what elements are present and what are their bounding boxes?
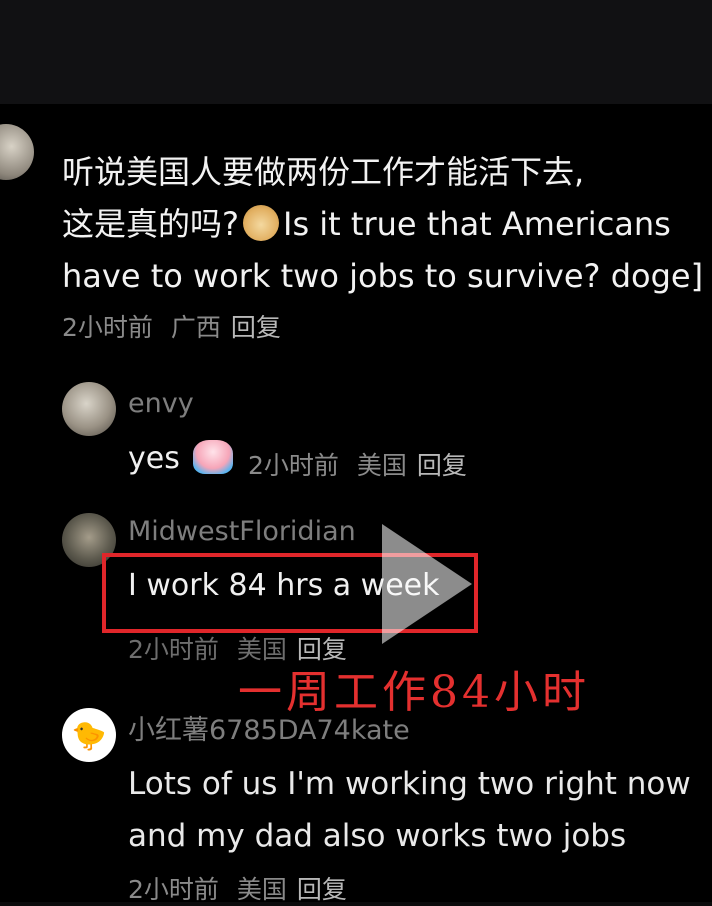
reply-text-line: and my dad also works two jobs [128,818,627,854]
reply-button[interactable]: 回复 [231,313,281,342]
reply-meta: 2小时前 美国 回复 [128,870,347,906]
reply-button[interactable]: 回复 [417,451,467,480]
comment-time: 2小时前 [128,875,219,904]
main-comment-line: 听说美国人要做两份工作才能活下去, [62,153,585,191]
top-bar [0,0,712,104]
reply-button[interactable]: 回复 [297,875,347,904]
crying-face-icon [193,440,234,474]
comment-location: 广西 [170,313,221,342]
username[interactable]: 小红薯6785DA74kate [128,708,410,747]
avatar[interactable] [62,382,116,436]
reply-text: yes [128,440,237,476]
comment-location: 美国 [236,875,287,904]
play-icon[interactable] [382,524,472,644]
comment-time: 2小时前 [62,313,153,342]
main-comment-line: have to work two jobs to survive? doge] [62,257,704,295]
main-comment-suffix: Is it true that Americans [283,205,671,243]
comment-time: 2小时前 [128,635,219,664]
main-comment-line: 这是真的吗? Is it true that Americans [62,198,703,250]
reply-text-content: yes [128,441,180,476]
username[interactable]: MidwestFloridian [128,516,356,547]
doge-emoji-icon [243,205,279,241]
main-comment-text: 听说美国人要做两份工作才能活下去, 这是真的吗? Is it true that … [62,146,703,302]
reply-meta: 2小时前 美国 回复 [248,446,467,482]
main-comment-prefix: 这是真的吗? [62,205,239,243]
comment-location: 美国 [356,451,407,480]
comment-time: 2小时前 [248,451,339,480]
reply-text: Lots of us I'm working two right now and… [128,758,691,862]
duck-icon: 🐤 [71,718,107,752]
main-comment-meta: 2小时前 广西 回复 [62,308,281,344]
avatar[interactable]: 🐤 [62,708,116,762]
reply-text-line: Lots of us I'm working two right now [128,766,691,802]
username[interactable]: envy [128,388,194,419]
